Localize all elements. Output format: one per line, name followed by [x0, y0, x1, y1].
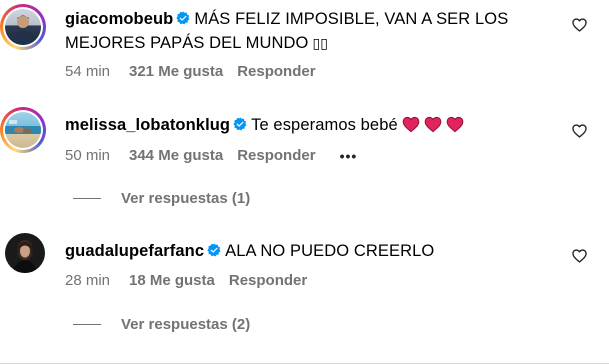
- comment-username[interactable]: melissa_lobatonklug: [65, 116, 230, 134]
- reply-button[interactable]: Responder: [237, 147, 315, 164]
- view-replies-button[interactable]: Ver respuestas (2): [73, 316, 250, 333]
- comment-body-cont: MEJORES PAPÁS DEL MUNDO: [65, 34, 309, 52]
- comment-body: MÁS FELIZ IMPOSIBLE, VAN A SER LOS: [194, 10, 509, 28]
- heart-outline-icon[interactable]: [572, 124, 587, 138]
- view-replies-label[interactable]: Ver respuestas (2): [121, 316, 250, 333]
- view-replies-button[interactable]: Ver respuestas (1): [73, 190, 250, 207]
- unsupported-emoji: ▯▯: [312, 35, 329, 51]
- comment-body: ALA NO PUEDO CREERLO: [225, 242, 435, 260]
- reply-button[interactable]: Responder: [229, 272, 307, 289]
- comment-text-line: melissa_lobatonklug Te esperamos bebé: [65, 113, 464, 137]
- comment-body: Te esperamos bebé: [251, 116, 398, 134]
- avatar[interactable]: [0, 4, 46, 50]
- comment-time: 54 min: [65, 63, 111, 80]
- verified-badge-icon: [207, 243, 221, 257]
- comment-likes[interactable]: 18 Me gusta: [129, 272, 215, 289]
- comment-meta: 28 min 18 Me gusta Responder: [65, 272, 307, 289]
- red-heart-emoji: [446, 116, 464, 133]
- verified-badge-icon: [176, 11, 190, 25]
- comments-panel: giacomobeub MÁS FELIZ IMPOSIBLE, VAN A SE…: [0, 0, 609, 364]
- comment-likes[interactable]: 321 Me gusta: [129, 63, 223, 80]
- heart-outline-icon[interactable]: [572, 249, 587, 263]
- reply-button[interactable]: Responder: [237, 63, 315, 80]
- comment-likes[interactable]: 344 Me gusta: [129, 147, 223, 164]
- comment-time: 28 min: [65, 272, 111, 289]
- heart-outline-icon[interactable]: [572, 18, 587, 32]
- comment-text-line: guadalupefarfanc ALA NO PUEDO CREERLO: [65, 239, 434, 263]
- comment-time: 50 min: [65, 147, 111, 164]
- avatar[interactable]: [5, 233, 45, 273]
- comment-text-line: MEJORES PAPÁS DEL MUNDO ▯▯: [65, 31, 328, 55]
- replies-divider: [73, 324, 101, 325]
- more-options-button[interactable]: •••: [340, 148, 358, 164]
- comment-text-line: giacomobeub MÁS FELIZ IMPOSIBLE, VAN A SE…: [65, 7, 508, 31]
- verified-badge-icon: [233, 117, 247, 131]
- view-replies-label[interactable]: Ver respuestas (1): [121, 190, 250, 207]
- comment-meta: 54 min 321 Me gusta Responder: [65, 63, 316, 80]
- red-heart-emoji: [424, 116, 442, 133]
- comment-username[interactable]: giacomobeub: [65, 10, 173, 28]
- red-heart-emoji: [402, 116, 420, 133]
- replies-divider: [73, 198, 101, 199]
- comment-username[interactable]: guadalupefarfanc: [65, 242, 204, 260]
- comment-meta: 50 min 344 Me gusta Responder •••: [65, 147, 357, 164]
- avatar[interactable]: [0, 107, 46, 153]
